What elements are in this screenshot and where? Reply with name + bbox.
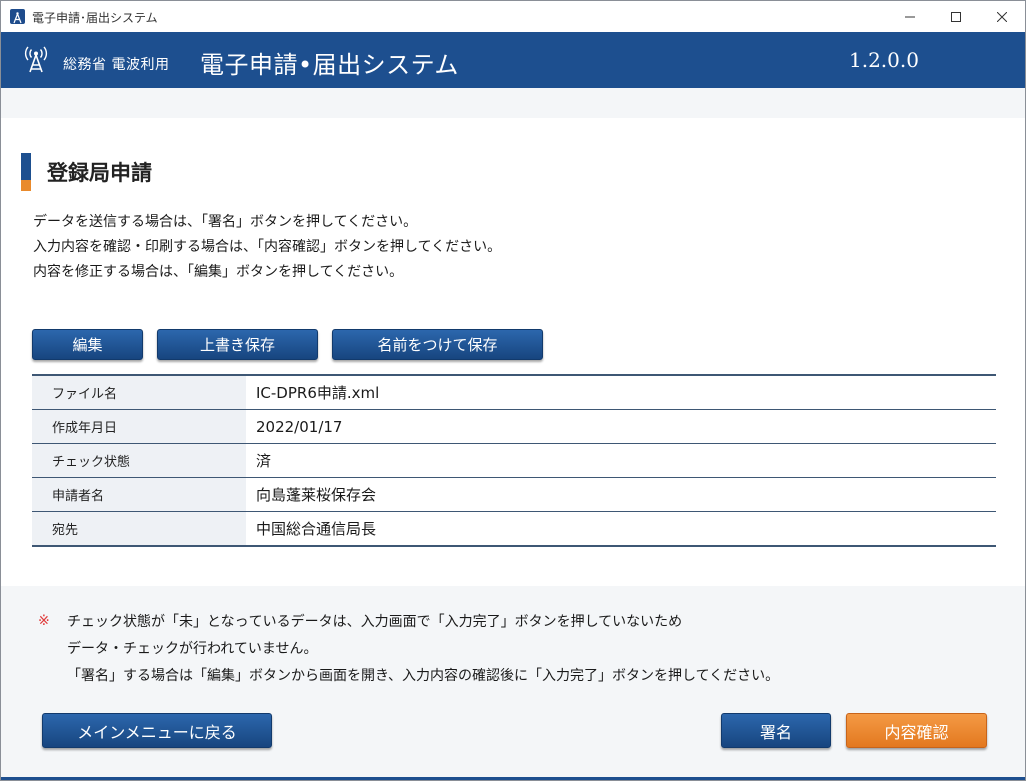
- row-label: 申請者名: [32, 477, 246, 512]
- page-title: 登録局申請: [47, 161, 152, 185]
- ministry-label: 総務省 電波利用: [63, 57, 170, 73]
- app-icon: [10, 9, 25, 24]
- version-label: 1.2.0.0: [849, 48, 919, 72]
- notice-line: データ・チェックが行われていません。: [67, 641, 318, 657]
- save-as-button[interactable]: 名前をつけて保存: [332, 329, 543, 360]
- close-button[interactable]: [979, 1, 1025, 32]
- instruction-line: データを送信する場合は、「署名」ボタンを押してください。: [33, 214, 418, 230]
- maximize-button[interactable]: [933, 1, 979, 32]
- notice-line: チェック状態が「未」となっているデータは、入力画面で「入力完了」ボタンを押してい…: [67, 614, 683, 630]
- window-title: 電子申請･届出システム: [32, 11, 158, 25]
- table-row: チェック状態 済: [32, 443, 996, 478]
- overwrite-save-button[interactable]: 上書き保存: [157, 329, 318, 360]
- instruction-line: 入力内容を確認・印刷する場合は、「内容確認」ボタンを押してください。: [33, 239, 502, 255]
- header-banner: 総務省 電波利用 電子申請•届出システム 1.2.0.0: [1, 32, 1025, 88]
- close-icon: [997, 11, 1007, 22]
- minimize-icon: [905, 16, 915, 17]
- minimize-button[interactable]: [887, 1, 933, 32]
- back-to-main-menu-button[interactable]: メインメニューに戻る: [42, 713, 272, 748]
- note-mark: ※: [38, 613, 50, 629]
- row-label: 作成年月日: [32, 409, 246, 444]
- row-label: チェック状態: [32, 443, 246, 478]
- row-value: 済: [246, 443, 996, 478]
- heading-accent-bar: [21, 153, 31, 191]
- table-row: 宛先 中国総合通信局長: [32, 511, 996, 546]
- row-label: 宛先: [32, 511, 246, 546]
- row-label: ファイル名: [32, 375, 246, 410]
- instructions: データを送信する場合は、「署名」ボタンを押してください。 入力内容を確認・印刷す…: [33, 210, 501, 285]
- application-info-table: ファイル名 IC-DPR6申請.xml 作成年月日 2022/01/17 チェッ…: [32, 374, 996, 547]
- main-content: 登録局申請 データを送信する場合は、「署名」ボタンを押してください。 入力内容を…: [1, 118, 1025, 586]
- notice-line: 「署名」する場合は「編集」ボタンから画面を開き、入力内容の確認後に「入力完了」ボ…: [67, 668, 780, 684]
- title-bar: 電子申請･届出システム: [1, 1, 1025, 32]
- sign-button[interactable]: 署名: [721, 713, 831, 748]
- table-row: 申請者名 向島蓬莱桜保存会: [32, 477, 996, 512]
- table-row: 作成年月日 2022/01/17: [32, 409, 996, 444]
- maximize-icon: [951, 11, 961, 22]
- antenna-icon: [24, 46, 48, 73]
- instruction-line: 内容を修正する場合は、「編集」ボタンを押してください。: [33, 264, 404, 280]
- table-row: ファイル名 IC-DPR6申請.xml: [32, 375, 996, 410]
- confirm-content-button[interactable]: 内容確認: [846, 713, 987, 748]
- row-value: IC-DPR6申請.xml: [246, 375, 996, 410]
- edit-button[interactable]: 編集: [32, 329, 143, 360]
- row-value: 中国総合通信局長: [256, 520, 377, 538]
- system-name: 電子申請•届出システム: [200, 51, 459, 79]
- row-value: 向島蓬莱桜保存会: [246, 477, 996, 512]
- row-value: 2022/01/17: [246, 409, 996, 444]
- app-window: 電子申請･届出システム 総務省 電波利用 電子申請•届出システム 1.2.0.0…: [0, 0, 1026, 781]
- bottom-border: [1, 777, 1025, 780]
- notice-text: チェック状態が「未」となっているデータは、入力画面で「入力完了」ボタンを押してい…: [67, 609, 779, 690]
